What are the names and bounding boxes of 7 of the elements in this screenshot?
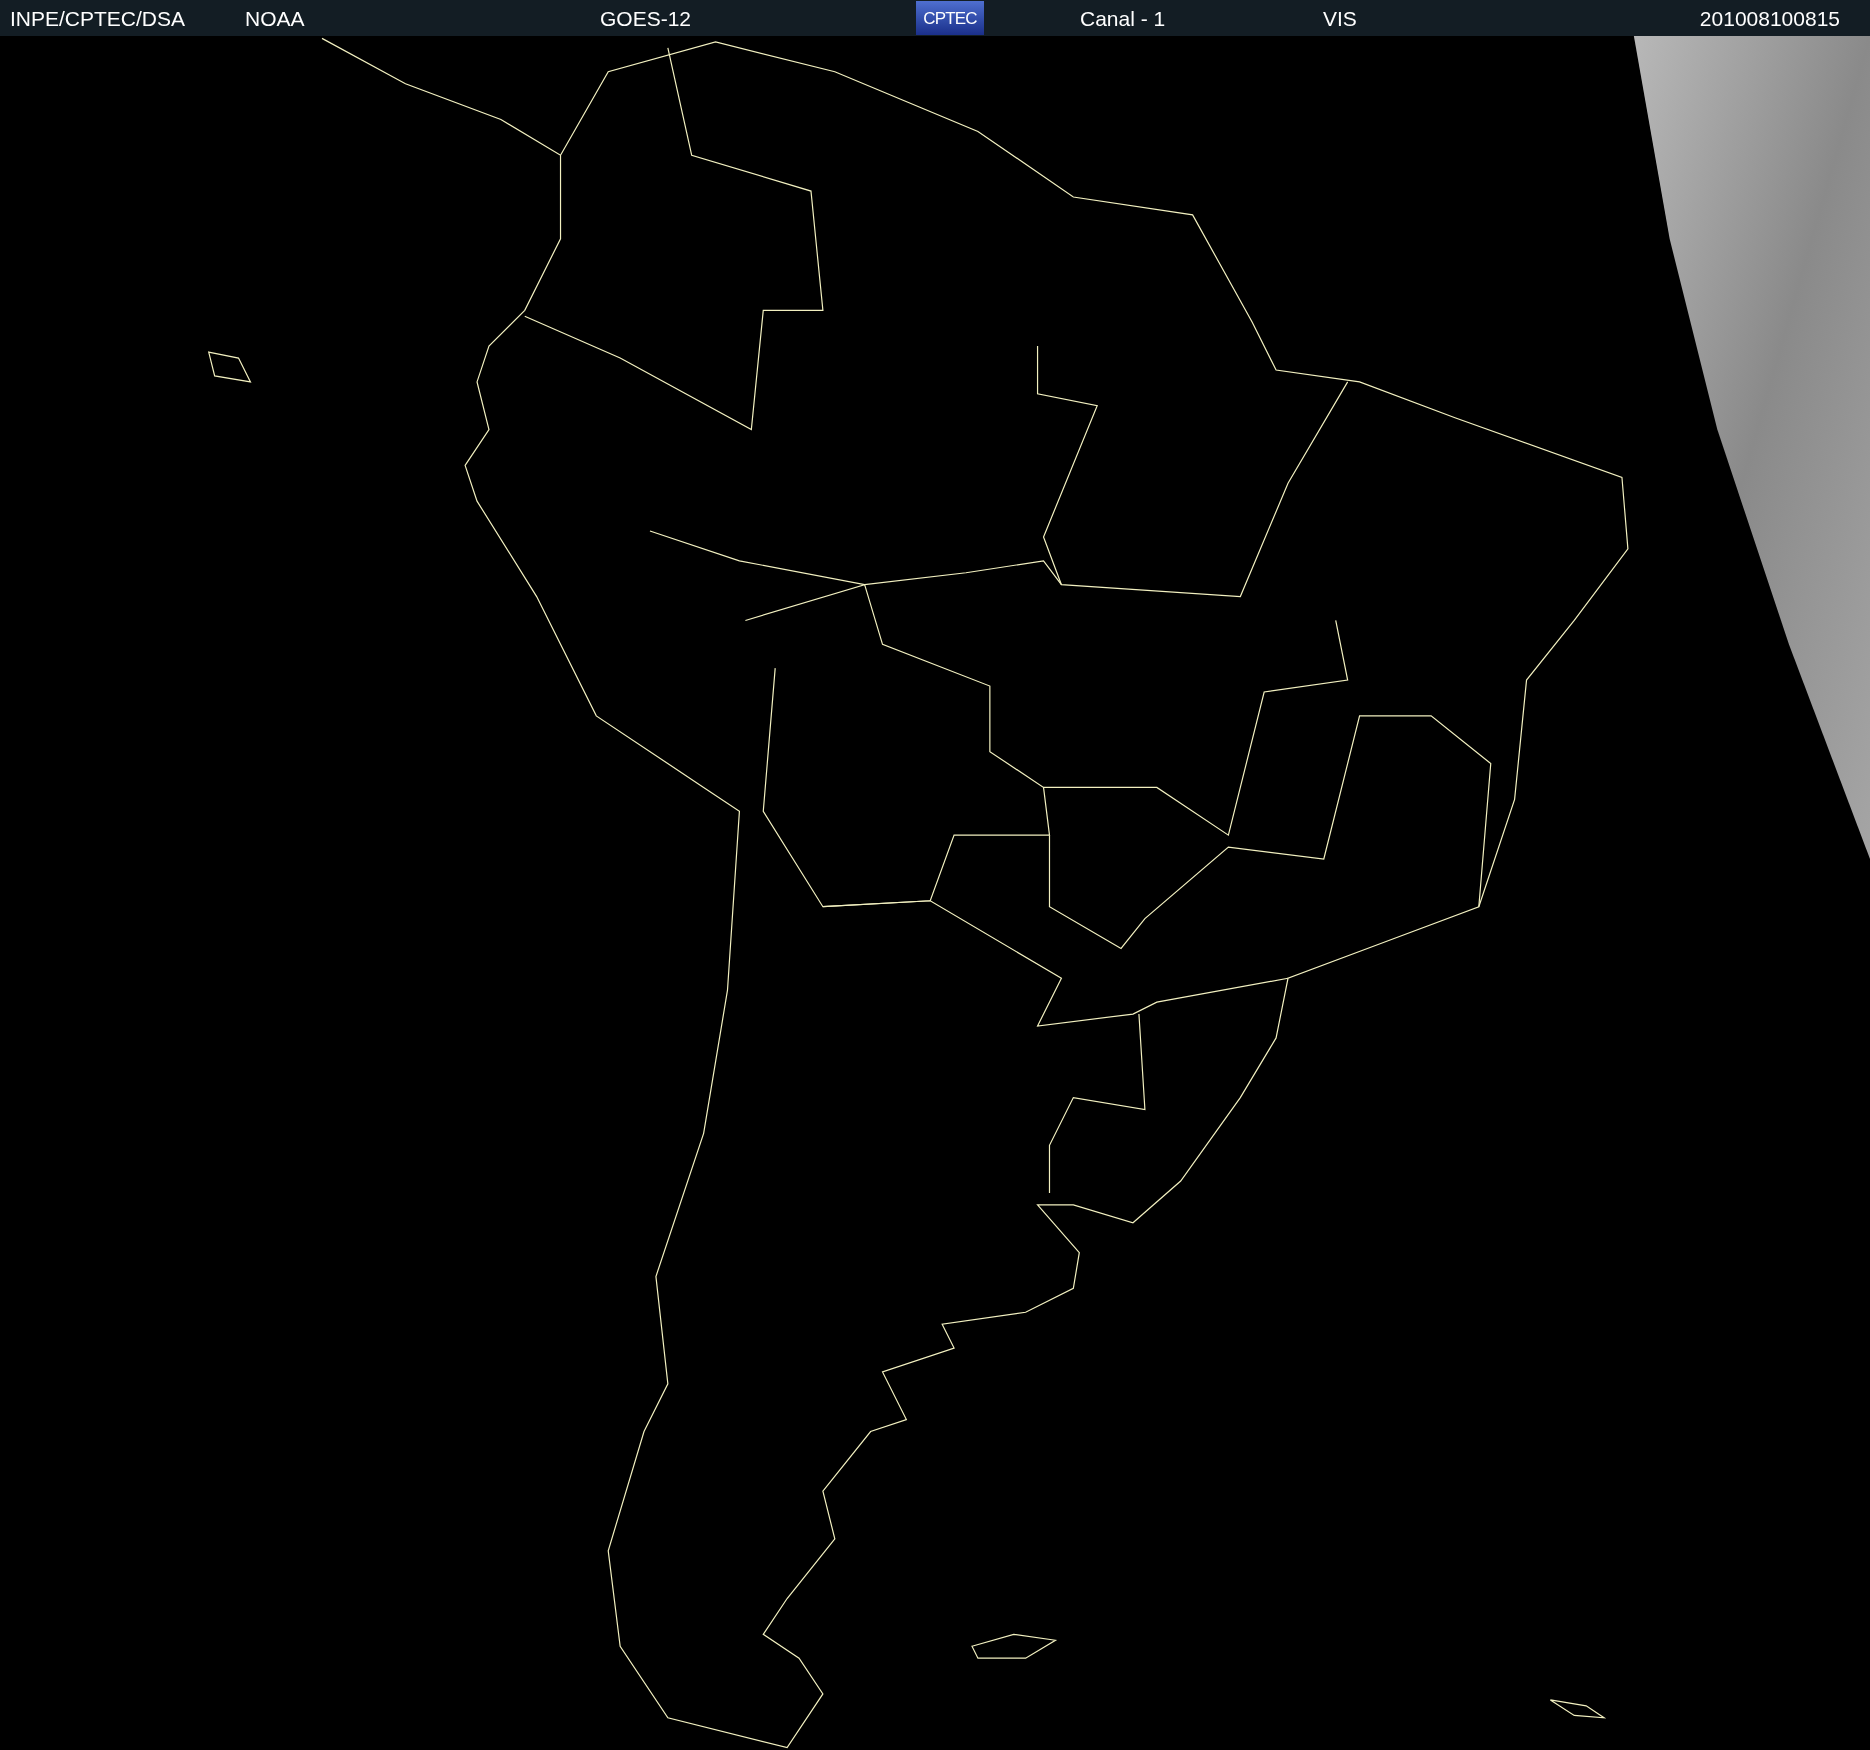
source-label: INPE/CPTEC/DSA — [10, 7, 187, 29]
agency-label: NOAA — [245, 7, 306, 29]
logo: CPTEC — [916, 1, 984, 35]
band-label: VIS — [1323, 7, 1358, 29]
timestamp-label: 201008100815 — [1699, 7, 1840, 29]
channel-label: Canal - 1 — [1080, 7, 1167, 29]
satellite-label: GOES-12 — [600, 7, 693, 29]
